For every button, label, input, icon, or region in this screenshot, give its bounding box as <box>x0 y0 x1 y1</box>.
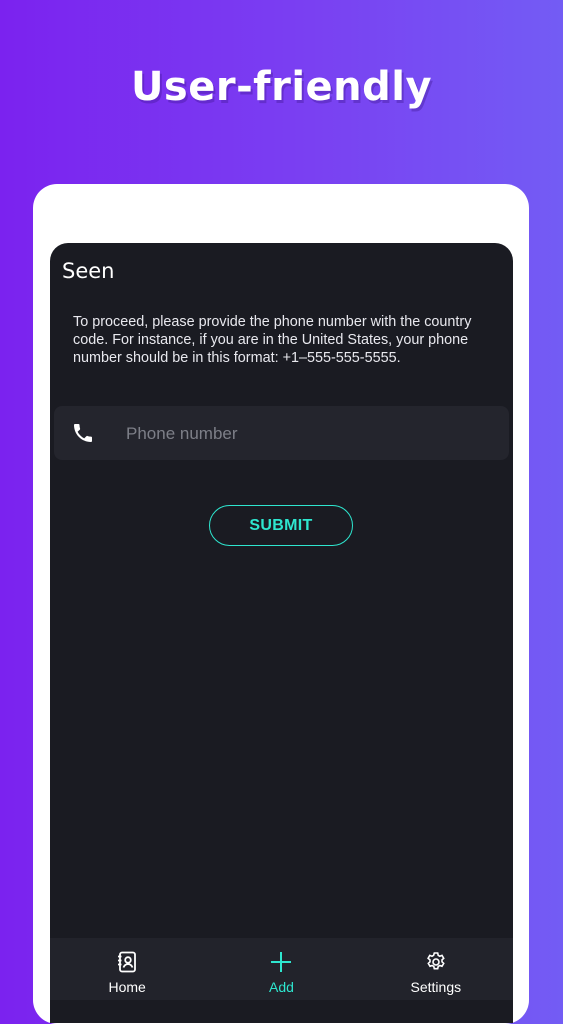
phone-number-input[interactable] <box>124 417 488 451</box>
submit-button[interactable]: SUBMIT <box>209 505 353 546</box>
nav-item-home[interactable]: Home <box>50 938 204 1000</box>
app-screen: Seen To proceed, please provide the phon… <box>50 243 513 1023</box>
nav-item-settings[interactable]: Settings <box>359 938 513 1000</box>
nav-label-add: Add <box>269 979 294 995</box>
nav-label-home: Home <box>108 979 146 995</box>
plus-icon <box>271 952 292 972</box>
instructions-text: To proceed, please provide the phone num… <box>73 314 472 366</box>
phone-icon <box>74 424 92 442</box>
nav-label-settings: Settings <box>410 979 462 995</box>
contact-book-icon <box>118 951 137 973</box>
phone-number-field[interactable] <box>54 406 509 460</box>
gear-icon <box>426 952 445 970</box>
nav-item-add[interactable]: Add <box>204 938 358 1000</box>
app-title: Seen <box>62 259 115 283</box>
bottom-navigation: Home Add Settings <box>50 938 513 1000</box>
promo-headline: User-friendly <box>130 64 433 110</box>
